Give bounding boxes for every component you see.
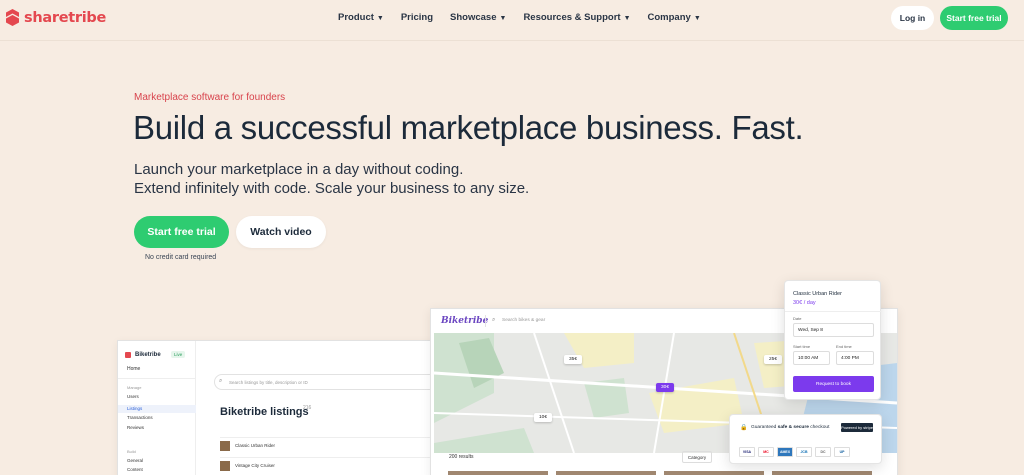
listing-title: Classic Urban Rider bbox=[235, 443, 276, 448]
console-divider bbox=[118, 378, 196, 379]
console-nav-users: Users bbox=[127, 394, 139, 399]
listing-thumbnail bbox=[220, 440, 230, 451]
console-section-manage: Manage bbox=[127, 385, 142, 390]
discover-card-icon: DC bbox=[815, 447, 831, 457]
nav-resources[interactable]: Resources & Support ▼ bbox=[523, 12, 630, 23]
console-nav-general: General bbox=[127, 458, 144, 463]
checkout-text-prefix: Guaranteed bbox=[751, 425, 778, 430]
category-filter: Category bbox=[682, 451, 712, 463]
console-listing-count: 216 bbox=[303, 405, 312, 411]
lock-icon: 🔒 bbox=[740, 425, 748, 431]
chevron-down-icon: ▼ bbox=[376, 15, 384, 22]
nav-showcase-label: Showcase bbox=[450, 12, 497, 23]
checkout-text-suffix: checkout bbox=[808, 425, 830, 430]
console-logo-icon bbox=[125, 352, 131, 358]
start-time-field: 10:00 AM bbox=[793, 351, 830, 365]
console-nav-reviews: Reviews bbox=[127, 425, 145, 430]
marketplace-logo: Biketribe bbox=[441, 316, 489, 326]
no-credit-card-note: No credit card required bbox=[145, 254, 217, 261]
start-free-trial-button[interactable]: Start free trial bbox=[134, 216, 229, 248]
nav-showcase[interactable]: Showcase ▼ bbox=[450, 12, 506, 23]
console-section-build: Build bbox=[127, 449, 136, 454]
listing-card-image bbox=[556, 471, 656, 475]
console-page-title: Biketribe listings bbox=[220, 406, 309, 418]
marketplace-search-input: Search bikes & gear bbox=[502, 318, 546, 323]
console-nav-transactions: Transactions bbox=[127, 415, 153, 420]
mastercard-icon: MC bbox=[758, 447, 774, 457]
site-header: sharetribe Product ▼ Pricing Showcase ▼ … bbox=[0, 0, 1024, 36]
hero-subheadline: Launch your marketplace in a day without… bbox=[134, 160, 529, 198]
booking-divider bbox=[785, 311, 882, 312]
console-nav-listings: Listings bbox=[127, 406, 143, 411]
visa-card-icon: VISA bbox=[739, 447, 755, 457]
amex-card-icon: AMEX bbox=[777, 447, 793, 457]
console-brand-name: Biketribe bbox=[135, 352, 161, 358]
hero-subline-2: Extend infinitely with code. Scale your … bbox=[134, 180, 530, 197]
listing-card-image bbox=[772, 471, 872, 475]
date-field: Wed, Sep 8 bbox=[793, 323, 874, 337]
brand-name: sharetribe bbox=[24, 9, 106, 26]
console-nav-home: Home bbox=[127, 366, 141, 372]
marketplace-header-divider bbox=[485, 315, 486, 327]
booking-card: Classic Urban Rider 30€ / day Date Wed, … bbox=[784, 280, 882, 400]
checkout-text: Guaranteed safe & secure checkout bbox=[751, 425, 829, 430]
main-nav: Product ▼ Pricing Showcase ▼ Resources &… bbox=[338, 12, 701, 23]
stripe-badge: Powered by stripe bbox=[841, 423, 874, 432]
map-price-pin: 25€ bbox=[764, 355, 783, 364]
nav-company[interactable]: Company ▼ bbox=[648, 12, 701, 23]
header-divider bbox=[0, 40, 1024, 41]
live-badge: Live bbox=[171, 351, 186, 358]
map-price-pin-selected: 30€ bbox=[656, 383, 675, 392]
console-brand: Biketribe bbox=[125, 352, 161, 358]
nav-product-label: Product bbox=[338, 12, 374, 23]
chevron-down-icon: ▼ bbox=[623, 15, 631, 22]
brand-logo[interactable]: sharetribe bbox=[6, 9, 106, 26]
end-time-label: End time bbox=[836, 344, 852, 349]
booking-title: Classic Urban Rider bbox=[793, 291, 842, 297]
header-start-trial-button[interactable]: Start free trial bbox=[940, 6, 1008, 30]
hero-eyebrow: Marketplace software for founders bbox=[134, 92, 286, 103]
checkout-text-bold: safe & secure bbox=[777, 425, 809, 430]
sharetribe-logo-icon bbox=[6, 9, 19, 26]
end-time-field: 4:00 PM bbox=[836, 351, 874, 365]
start-time-label: Start time bbox=[793, 344, 811, 349]
jcb-card-icon: JCB bbox=[796, 447, 812, 457]
listing-grid bbox=[448, 471, 872, 475]
listing-title: Vintage City Cruiser bbox=[235, 463, 275, 468]
checkout-card: 🔒 Guaranteed safe & secure checkout Powe… bbox=[729, 414, 882, 464]
nav-resources-label: Resources & Support bbox=[523, 12, 621, 23]
booking-price: 30€ / day bbox=[793, 300, 816, 306]
hero-headline: Build a successful marketplace business.… bbox=[133, 109, 804, 146]
watch-video-button[interactable]: Watch video bbox=[236, 216, 326, 248]
console-nav-content: Content bbox=[127, 467, 143, 472]
listing-card-image bbox=[448, 471, 548, 475]
map-price-pin: 10€ bbox=[534, 413, 553, 422]
listing-card-image bbox=[664, 471, 764, 475]
diners-card-icon: UP bbox=[834, 447, 850, 457]
chevron-down-icon: ▼ bbox=[499, 15, 507, 22]
nav-product[interactable]: Product ▼ bbox=[338, 12, 384, 23]
search-icon: ⌕ bbox=[492, 317, 496, 323]
console-sidebar: Biketribe Live Home Manage Users Listing… bbox=[118, 341, 196, 475]
nav-company-label: Company bbox=[647, 12, 691, 23]
listing-thumbnail bbox=[220, 460, 230, 471]
results-count: 200 results bbox=[449, 454, 474, 460]
login-button[interactable]: Log in bbox=[891, 6, 934, 30]
request-to-book-button: Request to book bbox=[793, 376, 874, 392]
date-label: Date bbox=[793, 316, 802, 321]
chevron-down-icon: ▼ bbox=[693, 15, 701, 22]
hero-subline-1: Launch your marketplace in a day without… bbox=[134, 161, 464, 178]
payment-methods: VISA MC AMEX JCB DC UP bbox=[739, 447, 850, 457]
nav-pricing-label: Pricing bbox=[400, 12, 434, 23]
map-price-pin: 35€ bbox=[564, 355, 583, 364]
nav-pricing[interactable]: Pricing bbox=[401, 12, 433, 23]
